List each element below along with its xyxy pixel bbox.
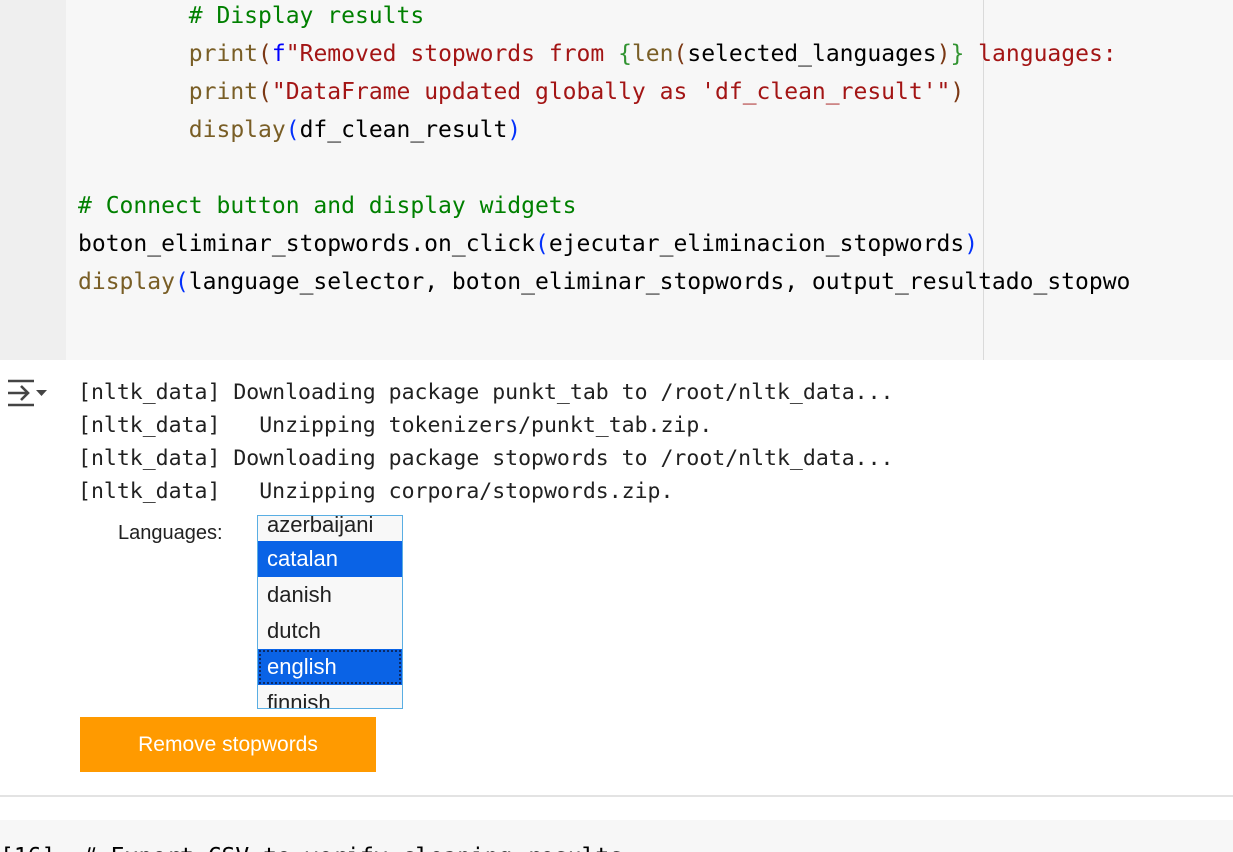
language-option-english[interactable]: english <box>258 649 402 685</box>
output-log-line-4: [nltk_data] Unzipping corpora/stopwords.… <box>78 479 674 504</box>
code-line-6: # Connect button and display widgets <box>78 193 577 219</box>
language-option-finnish[interactable]: finnish <box>258 685 402 708</box>
language-option-catalan[interactable]: catalan <box>258 541 402 577</box>
output-log-line-3: [nltk_data] Downloading package stopword… <box>78 446 894 471</box>
code-line-3: print("DataFrame updated globally as 'df… <box>188 79 965 105</box>
languages-label: Languages: <box>118 522 223 544</box>
cell-divider <box>0 795 1233 797</box>
code-line-2: print(f"Removed stopwords from {len(sele… <box>188 41 1131 67</box>
code-line-1: # Display results <box>188 3 425 29</box>
language-multiselect[interactable]: azerbaijani catalan danish dutch english… <box>257 515 403 709</box>
code-line-7: boton_eliminar_stopwords.on_click(ejecut… <box>78 231 979 257</box>
code-cell[interactable]: # Display results print(f"Removed stopwo… <box>0 0 1233 360</box>
language-option-danish[interactable]: danish <box>258 577 402 613</box>
next-cell-text: [16] # Export CSV to verify cleaning res… <box>0 842 623 852</box>
code-line-8: display(language_selector, boton_elimina… <box>78 269 1131 295</box>
output-log-line-1: [nltk_data] Downloading package punkt_ta… <box>78 380 894 405</box>
remove-stopwords-button[interactable]: Remove stopwords <box>80 717 376 772</box>
output-log-line-2: [nltk_data] Unzipping tokenizers/punkt_t… <box>78 413 713 438</box>
next-code-cell[interactable]: [16] # Export CSV to verify cleaning res… <box>0 820 1233 852</box>
code-line-4: display(df_clean_result) <box>188 117 522 143</box>
language-option-dutch[interactable]: dutch <box>258 613 402 649</box>
cell-gutter[interactable] <box>0 0 66 360</box>
output-collapse-icon[interactable] <box>6 376 48 410</box>
language-option-azerbaijani[interactable]: azerbaijani <box>258 516 402 543</box>
